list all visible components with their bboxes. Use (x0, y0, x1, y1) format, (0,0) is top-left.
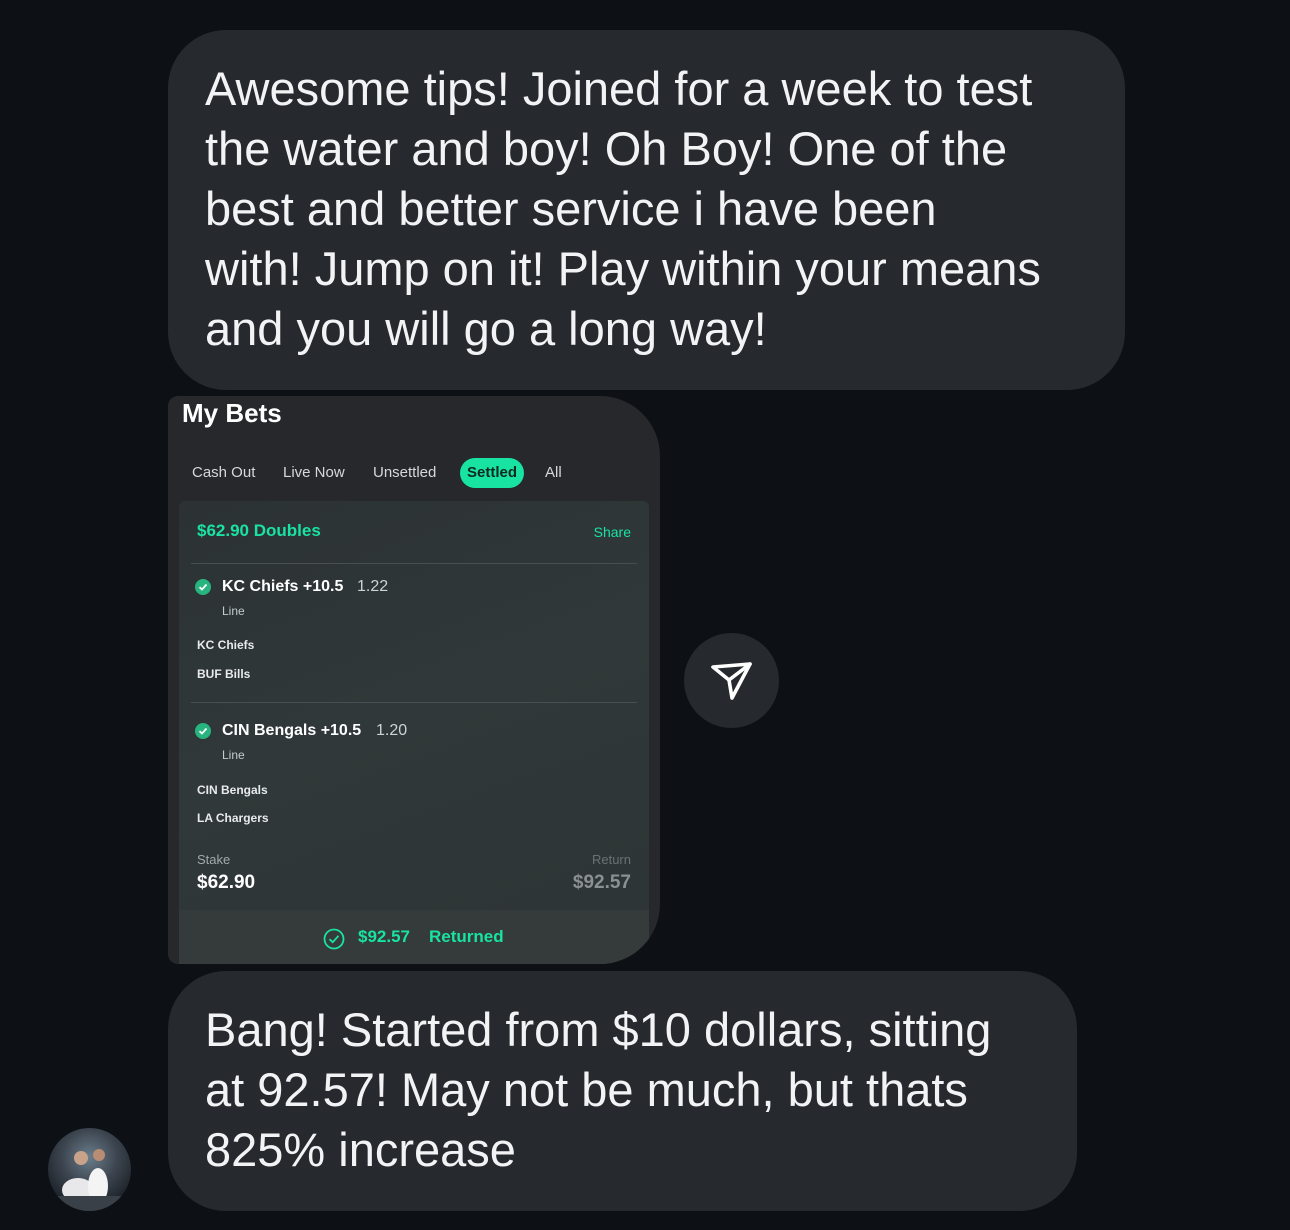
tab-live-now: Live Now (283, 464, 345, 481)
bet-slip-panel: $62.90 Doubles Share KC Chiefs +10.5 1.2… (179, 501, 649, 964)
returned-status-bar: $92.57 Returned (179, 910, 649, 964)
share-button[interactable] (684, 633, 779, 728)
leg-market: Line (222, 748, 245, 762)
team-name: CIN Bengals (197, 783, 268, 797)
message-bubble[interactable]: Bang! Started from $10 dollars, sitting … (168, 971, 1077, 1211)
send-icon (711, 662, 752, 700)
stake-label: Stake (197, 852, 231, 867)
check-circle-outline-icon (323, 928, 345, 950)
message-text: Bang! Started from $10 dollars, sitting … (205, 1003, 992, 1176)
returned-label: Returned (429, 927, 504, 946)
return-label: Return (591, 852, 631, 867)
check-circle-icon (195, 723, 211, 739)
avatar-photo (58, 1149, 121, 1211)
share-link: Share (593, 524, 631, 540)
tab-all: All (545, 464, 562, 481)
divider (191, 702, 637, 703)
tab-cash-out: Cash Out (192, 464, 256, 481)
leg-selection: KC Chiefs +10.5 (222, 578, 344, 595)
divider (191, 563, 637, 564)
leg-odds: 1.20 (376, 722, 408, 739)
returned-amount: $92.57 (358, 927, 410, 946)
team-name: LA Chargers (197, 811, 269, 825)
tab-unsettled: Unsettled (373, 464, 437, 481)
tab-settled: Settled (460, 458, 525, 488)
bet-title: $62.90 Doubles (197, 521, 321, 540)
leg-odds: 1.22 (357, 578, 389, 595)
message-bubble[interactable]: Awesome tips! Joined for a week to test … (168, 30, 1125, 390)
user-avatar[interactable] (48, 1128, 131, 1211)
bet-screenshot-attachment[interactable]: My Bets Cash Out Live Now Unsettled Sett… (168, 396, 660, 964)
message-text: Awesome tips! Joined for a week to test … (205, 62, 1041, 355)
stake-value: $62.90 (197, 872, 256, 893)
team-name: BUF Bills (197, 667, 251, 681)
leg-market: Line (222, 604, 245, 618)
return-value: $92.57 (572, 872, 631, 893)
team-name: KC Chiefs (197, 638, 255, 652)
bets-page-title: My Bets (182, 398, 282, 428)
leg-selection: CIN Bengals +10.5 (222, 722, 362, 739)
check-circle-icon (195, 579, 211, 595)
